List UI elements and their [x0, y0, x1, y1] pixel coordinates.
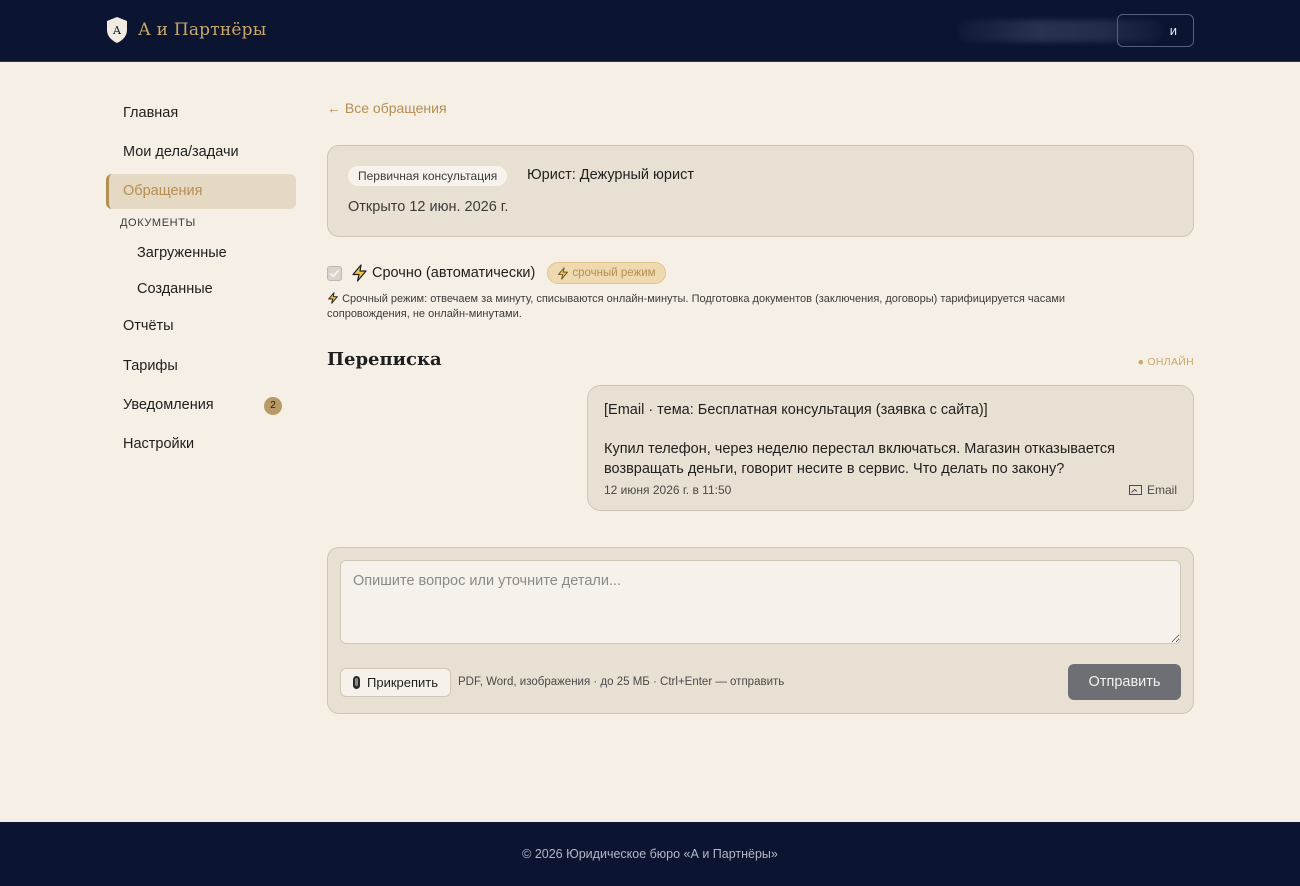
- urgent-note-text: Срочный режим: отвечаем за минуту, списы…: [327, 293, 1066, 320]
- correspondence-title: Переписка: [327, 349, 442, 370]
- sidebar-item-requests[interactable]: Обращения: [106, 173, 296, 209]
- case-opened-date: Открыто 12 июн. 2026 г.: [348, 199, 509, 215]
- notification-count-badge: 2: [264, 396, 282, 415]
- sidebar-item-label: Тарифы: [123, 357, 178, 374]
- sidebar-item-reports[interactable]: Отчёты: [106, 309, 296, 344]
- assigned-lawyer: Юрист: Дежурный юрист: [527, 167, 694, 183]
- urgent-note: Срочный режим: отвечаем за минуту, списы…: [327, 292, 1147, 322]
- sidebar-section-documents: ДОКУМЕНТЫ: [120, 216, 196, 229]
- sidebar: Главная Мои дела/задачи Обращения ДОКУМЕ…: [106, 95, 296, 466]
- sidebar-item-label: Главная: [123, 104, 179, 121]
- email-icon: [1128, 485, 1142, 495]
- sidebar-item-tariffs[interactable]: Тарифы: [106, 348, 296, 383]
- lightning-icon: [558, 266, 569, 280]
- sidebar-item-label: Созданные: [137, 280, 213, 297]
- message-input[interactable]: [340, 560, 1181, 644]
- sidebar-item-label: Настройки: [123, 436, 195, 453]
- message-subject: [Email · тема: Бесплатная консультация (…: [604, 402, 988, 418]
- back-to-requests-link[interactable]: ← Все обращения: [327, 100, 447, 116]
- attach-button-label: Прикрепить: [367, 675, 439, 690]
- urgent-mode-label: срочный режим: [572, 267, 656, 279]
- urgent-mode-badge: срочный режим: [547, 262, 666, 284]
- message-bubble: [Email · тема: Бесплатная консультация (…: [587, 385, 1194, 511]
- sidebar-item-home[interactable]: Главная: [106, 95, 296, 130]
- attach-hint: PDF, Word, изображения · до 25 МБ · Ctrl…: [458, 676, 785, 688]
- sidebar-item-label: Отчёты: [123, 318, 174, 335]
- message-channel-label: Email: [1146, 483, 1177, 497]
- paperclip-icon: [353, 676, 360, 689]
- user-menu-button[interactable]: и: [1117, 14, 1194, 47]
- sidebar-item-my-cases[interactable]: Мои дела/задачи: [106, 134, 296, 169]
- case-type-badge: Первичная консультация: [348, 166, 508, 186]
- case-summary-card: Первичная консультация Юрист: Дежурный ю…: [327, 145, 1194, 237]
- sidebar-item-label: Загруженные: [137, 244, 227, 261]
- sidebar-item-label: Уведомления: [123, 397, 214, 414]
- top-header: A А и Партнёры и: [0, 0, 1300, 62]
- sidebar-item-settings[interactable]: Настройки: [106, 427, 296, 462]
- sidebar-item-created[interactable]: Созданные: [106, 273, 296, 305]
- shield-logo-icon: A: [107, 17, 127, 43]
- urgent-label: Срочно (автоматически): [372, 265, 536, 281]
- urgent-checkbox[interactable]: [327, 265, 342, 281]
- sidebar-item-notifications[interactable]: Уведомления 2: [106, 388, 296, 423]
- sidebar-item-uploaded[interactable]: Загруженные: [106, 237, 296, 269]
- message-body: Купил телефон, через неделю перестал вкл…: [604, 441, 1116, 477]
- svg-text:A: A: [112, 24, 122, 37]
- brand-name: А и Партнёры: [138, 20, 267, 40]
- send-button[interactable]: Отправить: [1068, 664, 1181, 700]
- online-status: ● ОНЛАЙН: [1137, 356, 1194, 368]
- sidebar-item-label: Мои дела/задачи: [123, 143, 239, 160]
- footer-copyright: © 2026 Юридическое бюро «А и Партнёры»: [522, 847, 778, 861]
- lightning-icon: [328, 292, 338, 304]
- message-composer: Прикрепить PDF, Word, изображения · до 2…: [327, 547, 1194, 714]
- message-channel: Email: [1128, 483, 1177, 497]
- sidebar-item-label: Обращения: [123, 183, 203, 200]
- message-timestamp: 12 июня 2026 г. в 11:50: [604, 483, 732, 497]
- checkmark-icon: [329, 269, 340, 278]
- lightning-icon: [352, 264, 367, 282]
- urgent-toggle-row: Срочно (автоматически) срочный режим: [327, 262, 666, 284]
- brand[interactable]: A А и Партнёры: [106, 16, 266, 44]
- attach-button[interactable]: Прикрепить: [340, 668, 452, 697]
- footer: © 2026 Юридическое бюро «А и Партнёры»: [0, 822, 1300, 886]
